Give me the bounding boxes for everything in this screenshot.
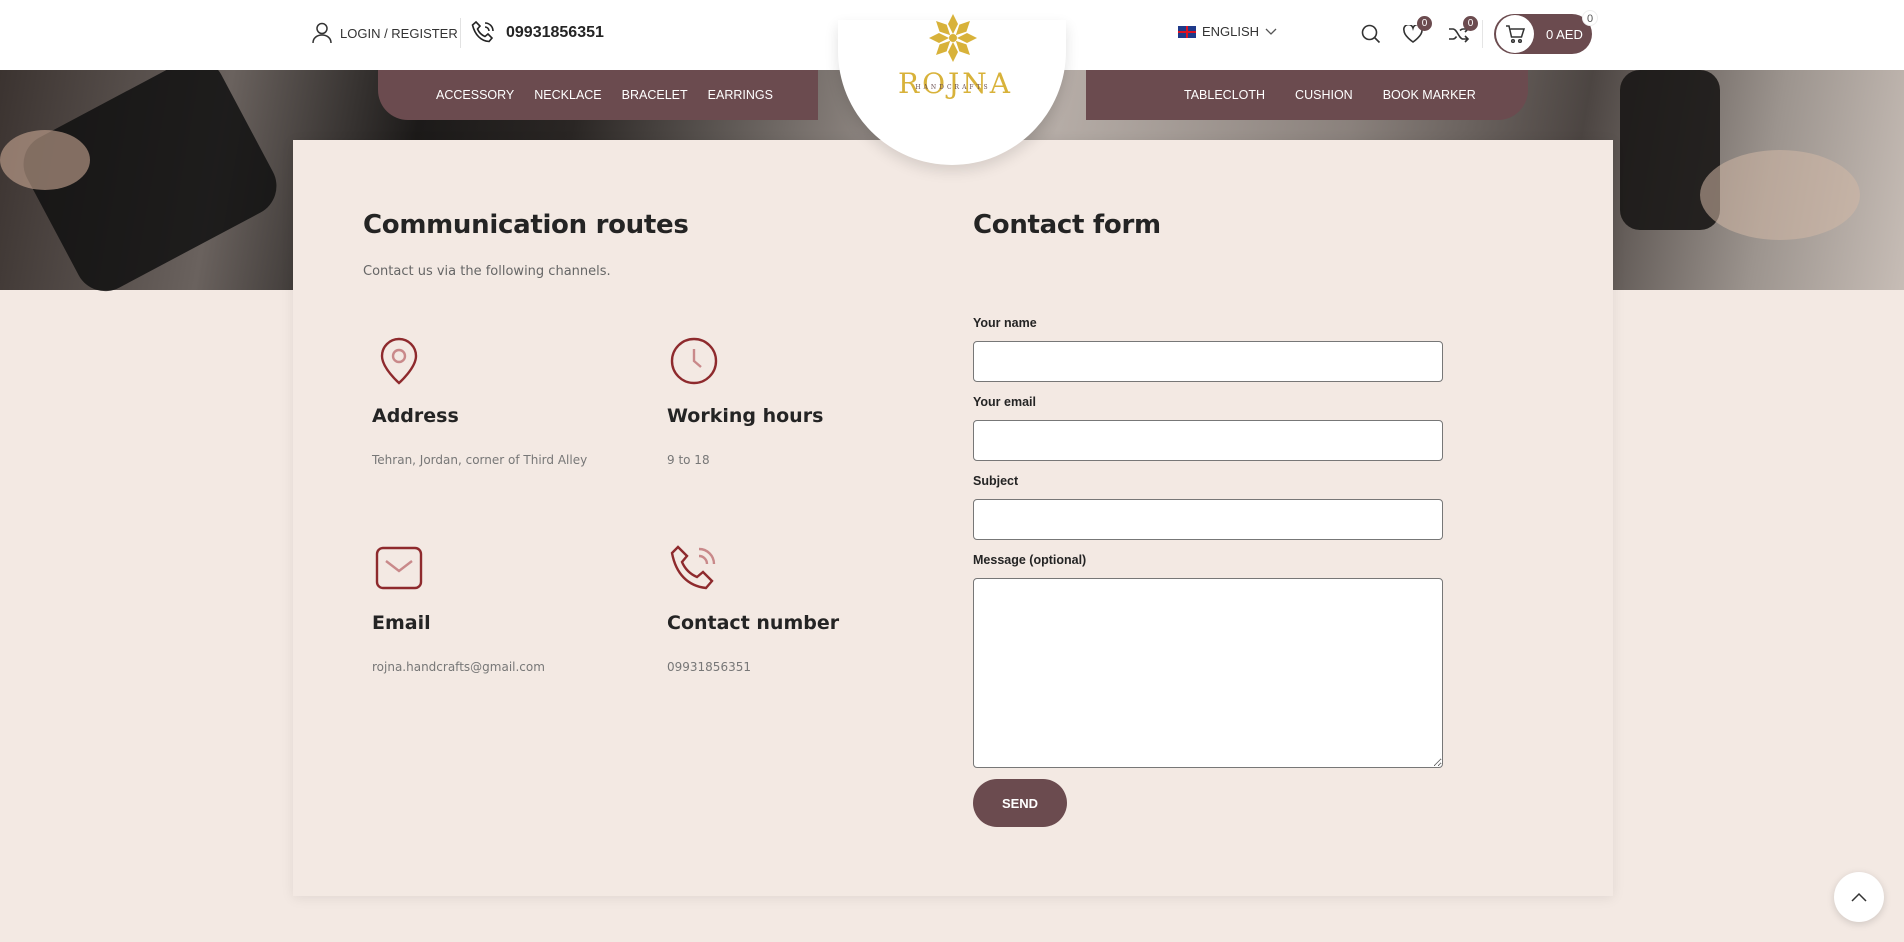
search-icon — [1361, 24, 1381, 44]
main-nav-left: ACCESSORY NECKLACE BRACELET EARRINGS — [378, 70, 818, 120]
compare-button[interactable]: 0 — [1446, 16, 1478, 47]
hero-hand-image-right — [1700, 150, 1860, 240]
email-title: Email — [372, 612, 431, 634]
snowflake-emblem-icon — [929, 14, 977, 62]
nav-item-cushion[interactable]: CUSHION — [1295, 88, 1353, 102]
chevron-up-icon — [1851, 892, 1867, 902]
working-hours-value: 9 to 18 — [667, 453, 710, 467]
nav-item-book-marker[interactable]: BOOK MARKER — [1383, 88, 1476, 102]
wishlist-count-badge: 0 — [1417, 16, 1432, 31]
working-hours-title: Working hours — [667, 405, 824, 427]
header-divider — [460, 18, 461, 48]
nav-item-accessory[interactable]: ACCESSORY — [436, 88, 514, 102]
header-phone-number: 09931856351 — [506, 24, 604, 41]
message-field[interactable] — [973, 578, 1443, 768]
envelope-icon — [375, 546, 423, 590]
working-hours-block: Working hours 9 to 18 — [667, 336, 927, 467]
subject-label: Subject — [973, 474, 1019, 488]
name-field[interactable] — [973, 341, 1443, 382]
language-selector[interactable]: ENGLISH — [1178, 24, 1277, 39]
login-register-label: LOGIN / REGISTER — [340, 25, 458, 41]
uk-flag-icon — [1178, 25, 1196, 38]
contact-card: Communication routes Contact us via the … — [293, 140, 1613, 896]
cart-icon — [1506, 25, 1525, 43]
cart-amount: 0 AED — [1546, 26, 1583, 42]
main-nav-right: TABLECLOTH CUSHION BOOK MARKER — [1086, 70, 1528, 120]
scroll-to-top-button[interactable] — [1834, 872, 1884, 922]
login-register-link[interactable]: LOGIN / REGISTER — [312, 22, 458, 44]
nav-item-tablecloth[interactable]: TABLECLOTH — [1184, 88, 1265, 102]
email-label: Your email — [973, 395, 1036, 409]
address-title: Address — [372, 405, 459, 427]
contact-number-block: Contact number 09931856351 — [667, 543, 927, 674]
site-logo[interactable]: ROJNA HANDCRAFTS — [898, 12, 1010, 108]
message-label: Message (optional) — [973, 553, 1087, 567]
contact-number-value[interactable]: 09931856351 — [667, 660, 927, 674]
email-block: Email rojna.handcrafts@gmail.com — [372, 543, 632, 674]
phone-icon — [670, 545, 716, 590]
cart-count-badge: 0 — [1582, 10, 1598, 26]
cart-icon-wrap — [1496, 15, 1534, 53]
wishlist-button[interactable]: 0 — [1400, 16, 1432, 47]
email-field[interactable] — [973, 420, 1443, 461]
address-block: Address Tehran, Jordan, corner of Third … — [372, 336, 632, 467]
nav-item-earrings[interactable]: EARRINGS — [708, 88, 773, 102]
routes-title: Communication routes — [363, 210, 689, 240]
routes-subtitle: Contact us via the following channels. — [363, 264, 611, 279]
contact-number-title: Contact number — [667, 612, 840, 634]
hero-hand-image — [0, 130, 90, 190]
chevron-down-icon — [1265, 28, 1277, 35]
header-divider-right — [1482, 20, 1483, 48]
nav-item-necklace[interactable]: NECKLACE — [534, 88, 601, 102]
language-label: ENGLISH — [1202, 24, 1260, 39]
address-value: Tehran, Jordan, corner of Third Alley — [372, 453, 588, 467]
phone-icon — [471, 20, 494, 43]
clock-icon — [670, 337, 718, 385]
nav-item-bracelet[interactable]: BRACELET — [622, 88, 688, 102]
location-pin-icon — [380, 337, 418, 385]
header-phone[interactable]: 09931856351 — [470, 20, 604, 46]
contact-form-title: Contact form — [973, 210, 1161, 240]
logo-subtitle: HANDCRAFTS — [915, 84, 991, 91]
search-button[interactable] — [1358, 21, 1384, 47]
subject-field[interactable] — [973, 499, 1443, 540]
send-button[interactable]: SEND — [973, 779, 1067, 827]
user-icon — [312, 22, 332, 44]
compare-count-badge: 0 — [1463, 16, 1478, 31]
email-value[interactable]: rojna.handcrafts@gmail.com — [372, 660, 632, 674]
cart-button[interactable]: 0 AED 0 — [1494, 10, 1598, 54]
name-label: Your name — [973, 316, 1037, 330]
